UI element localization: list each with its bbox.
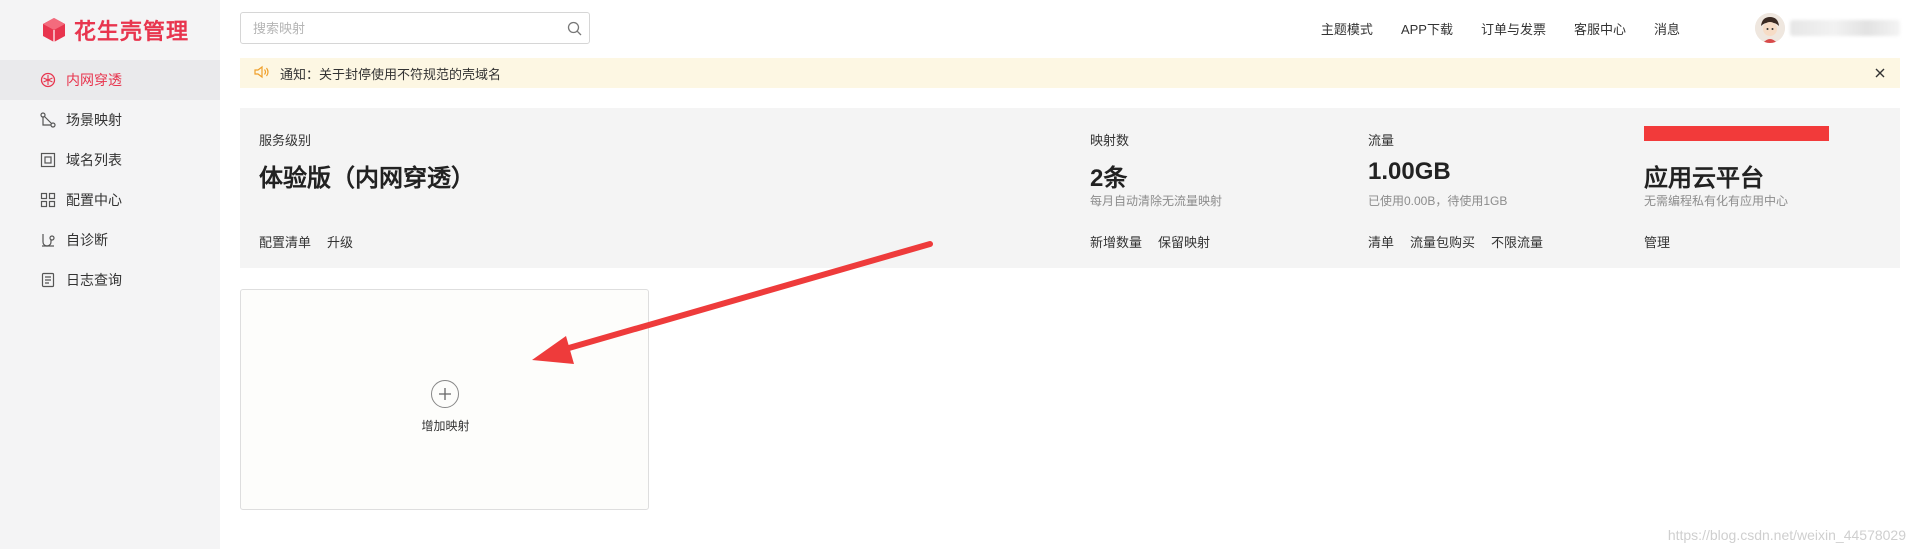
plus-icon[interactable] <box>431 380 459 408</box>
service-level-label: 服务级别 <box>259 133 312 148</box>
stats-panel: 服务级别 体验版（内网穿透） 配置清单 升级 映射数 2条 每月自动清除无流量映… <box>240 108 1900 268</box>
notice-bar: 通知：关于封停使用不符规范的壳域名 <box>240 58 1900 88</box>
traffic-list-link[interactable]: 清单 <box>1368 232 1394 251</box>
service-level-value: 体验版（内网穿透） <box>259 165 475 192</box>
sidebar-item-domains[interactable]: 域名列表 <box>0 140 220 180</box>
top-nav: 主题模式 APP下载 订单与发票 客服中心 消息 <box>1321 12 1680 44</box>
manage-link[interactable]: 管理 <box>1644 232 1670 251</box>
mappings-actions: 新增数量 保留映射 <box>1090 232 1210 251</box>
config-list-link[interactable]: 配置清单 <box>259 232 311 251</box>
sidebar-item-label: 内网穿透 <box>66 72 122 88</box>
cloud-actions: 管理 <box>1644 232 1670 251</box>
unlimited-traffic-link[interactable]: 不限流量 <box>1491 232 1543 251</box>
redaction-mark <box>1644 126 1829 141</box>
sidebar-item-diagnose[interactable]: 自诊断 <box>0 220 220 260</box>
sidebar-item-logs[interactable]: 日志查询 <box>0 260 220 300</box>
sidebar: 花生壳管理 内网穿透 场景映射 域名列表 配置中心 自诊断 日志查询 <box>0 0 220 549</box>
search-icon[interactable] <box>559 13 589 43</box>
orders-invoices-link[interactable]: 订单与发票 <box>1481 19 1546 38</box>
traffic-actions: 清单 流量包购买 不限流量 <box>1368 232 1543 251</box>
mappings-note: 每月自动清除无流量映射 <box>1090 194 1223 208</box>
messages-link[interactable]: 消息 <box>1654 19 1680 38</box>
sidebar-nav: 内网穿透 场景映射 域名列表 配置中心 自诊断 日志查询 <box>0 60 220 300</box>
cloud-platform-note: 无需编程私有化有应用中心 <box>1644 194 1789 208</box>
traffic-value: 1.00GB <box>1368 158 1451 185</box>
config-icon <box>40 192 56 208</box>
watermark-text: https://blog.csdn.net/weixin_44578029 <box>1667 527 1906 543</box>
sidebar-item-label: 日志查询 <box>66 272 122 288</box>
mappings-label: 映射数 <box>1090 133 1130 148</box>
peanut-logo-icon <box>43 18 65 42</box>
search-box <box>240 12 590 44</box>
traffic-usage: 已使用0.00B，待使用1GB <box>1368 194 1508 208</box>
app-title: 花生壳管理 <box>74 20 190 45</box>
search-input[interactable] <box>241 13 559 43</box>
traffic-label: 流量 <box>1368 133 1395 148</box>
upgrade-link[interactable]: 升级 <box>327 232 353 251</box>
cloud-platform-value: 应用云平台 <box>1644 165 1764 192</box>
log-icon <box>40 272 56 288</box>
notice-text[interactable]: 通知：关于封停使用不符规范的壳域名 <box>280 64 501 83</box>
add-mapping-label: 增加映射 <box>421 419 470 433</box>
mappings-value: 2条 <box>1090 165 1128 192</box>
username-blurred <box>1790 20 1900 36</box>
sidebar-item-label: 配置中心 <box>66 192 122 208</box>
avatar[interactable] <box>1755 13 1785 43</box>
scene-icon <box>40 112 56 128</box>
app-download-link[interactable]: APP下载 <box>1401 19 1453 38</box>
app-logo[interactable]: 花生壳管理 <box>40 14 189 46</box>
theme-mode-link[interactable]: 主题模式 <box>1321 19 1373 38</box>
domain-icon <box>40 152 56 168</box>
speaker-icon <box>254 65 270 82</box>
user-avatar-icon <box>1755 13 1785 43</box>
diagnose-icon <box>40 232 56 248</box>
sidebar-item-label: 自诊断 <box>66 232 108 248</box>
service-actions: 配置清单 升级 <box>259 232 353 251</box>
sidebar-item-tunnel[interactable]: 内网穿透 <box>0 60 220 100</box>
keep-mappings-link[interactable]: 保留映射 <box>1158 232 1210 251</box>
sidebar-item-scene[interactable]: 场景映射 <box>0 100 220 140</box>
buy-traffic-link[interactable]: 流量包购买 <box>1410 232 1475 251</box>
tunnel-icon <box>40 72 56 88</box>
add-mapping-card[interactable]: 增加映射 <box>240 289 649 510</box>
add-quota-link[interactable]: 新增数量 <box>1090 232 1142 251</box>
sidebar-item-label: 域名列表 <box>66 152 122 168</box>
close-icon[interactable] <box>1872 65 1888 81</box>
sidebar-item-config[interactable]: 配置中心 <box>0 180 220 220</box>
sidebar-item-label: 场景映射 <box>66 112 122 128</box>
customer-service-link[interactable]: 客服中心 <box>1574 19 1626 38</box>
